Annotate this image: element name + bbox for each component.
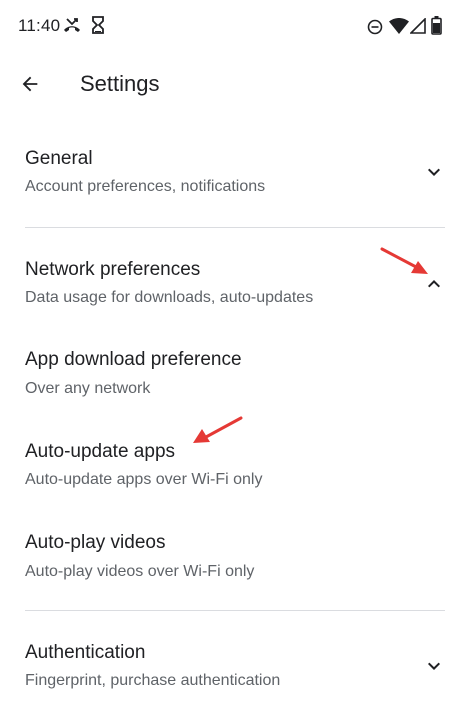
section-authentication-title: Authentication — [25, 642, 146, 663]
section-network-subtitle: Data usage for downloads, auto-updates — [25, 289, 314, 306]
divider — [25, 610, 445, 611]
setting-auto-play-title: Auto-play videos — [25, 532, 166, 553]
setting-auto-play-videos[interactable]: Auto-play videos Auto-play videos over W… — [0, 520, 474, 600]
chevron-down-icon[interactable] — [422, 654, 446, 678]
divider — [25, 227, 445, 228]
section-authentication-subtitle: Fingerprint, purchase authentication — [25, 672, 281, 689]
chevron-up-icon[interactable] — [422, 272, 446, 296]
chevron-down-icon[interactable] — [422, 160, 446, 184]
do-not-disturb-icon — [367, 19, 383, 35]
signal-icon — [410, 18, 426, 34]
status-time: 11:40 — [18, 16, 61, 35]
arrow-back-icon — [22, 76, 38, 92]
section-authentication[interactable]: Authentication Fingerprint, purchase aut… — [0, 628, 474, 712]
battery-icon — [431, 16, 442, 35]
wifi-icon — [389, 18, 409, 34]
setting-auto-update-title: Auto-update apps — [25, 441, 176, 462]
setting-auto-play-subtitle: Auto-play videos over Wi-Fi only — [25, 563, 255, 580]
hourglass-icon — [92, 16, 104, 34]
missed-call-icon — [64, 18, 80, 32]
section-general-subtitle: Account preferences, notifications — [25, 178, 266, 195]
setting-auto-update-apps[interactable]: Auto-update apps Auto-update apps over W… — [0, 428, 474, 508]
setting-app-download-title: App download preference — [25, 349, 242, 370]
section-general[interactable]: General Account preferences, notificatio… — [0, 132, 474, 226]
app-bar: Settings — [0, 52, 474, 116]
setting-app-download-subtitle: Over any network — [25, 380, 151, 397]
section-network-preferences[interactable]: Network preferences Data usage for downl… — [0, 244, 474, 324]
status-bar: 11:40 — [0, 0, 474, 52]
section-general-title: General — [25, 148, 93, 169]
back-button[interactable] — [12, 66, 48, 102]
page-title: Settings — [80, 71, 160, 96]
setting-auto-update-subtitle: Auto-update apps over Wi-Fi only — [25, 471, 263, 488]
section-network-title: Network preferences — [25, 259, 201, 280]
setting-app-download-preference[interactable]: App download preference Over any network — [0, 336, 474, 416]
